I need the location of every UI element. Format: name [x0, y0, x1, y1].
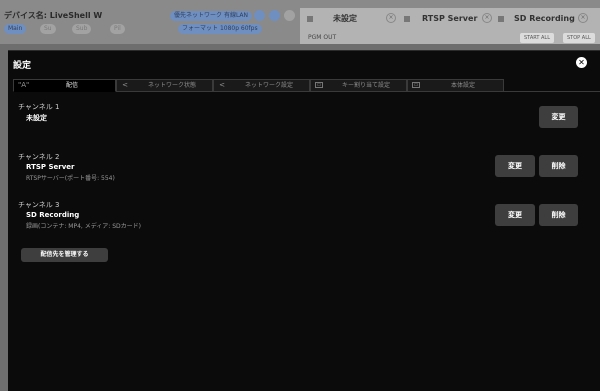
pgm-out-label: PGM OUT [308, 34, 337, 41]
channel-header: チャンネル 1 [18, 103, 60, 111]
bg-tab-rtsp: RTSP Server [404, 12, 477, 26]
tab-label: 本体設定 [451, 82, 476, 89]
device-icon: ▭ [412, 82, 420, 88]
format-pill: フォーマット 1080p 60fps [178, 24, 262, 34]
device-name-label: デバイス名: LiveShell W [4, 11, 103, 20]
stop-all-button: STOP ALL [563, 33, 595, 43]
channel-3-delete-button[interactable]: 削除 [539, 204, 578, 226]
channel-1-edit-button[interactable]: 変更 [539, 106, 578, 128]
bg-tab-close-icon: × [578, 13, 588, 23]
priority-network-pill: 優先ネットワーク 有線LAN [170, 11, 253, 21]
tab-label: ネットワーク設定 [245, 82, 294, 89]
channel-item-2: チャンネル 2 RTSP Server RTSPサーバー(ポート番号: 554) [18, 152, 115, 182]
close-icon[interactable]: ✕ [576, 57, 587, 68]
channel-item-1: チャンネル 1 未設定 [18, 102, 59, 123]
settings-dialog: 設定 ✕ "A" 配信 < ネットワーク状態 < ネットワーク設定 ▭ キー割り… [8, 50, 600, 391]
share-icon: < [219, 81, 225, 89]
sub-pill-2: Sub [72, 24, 92, 34]
channel-name: RTSP Server [26, 163, 75, 171]
settings-icon [284, 10, 295, 21]
bg-tab-sd: SD Recording [498, 12, 575, 26]
dialog-title: 設定 [13, 61, 32, 71]
channel-item-3: チャンネル 3 SD Recording 録画(コンテナ: MP4, メディア:… [18, 200, 141, 230]
tab-key-assignment[interactable]: ▭ キー割り当て設定 [310, 79, 407, 92]
channel-2-edit-button[interactable]: 変更 [495, 155, 535, 177]
network-icon [254, 10, 265, 21]
channel-3-edit-button[interactable]: 変更 [495, 204, 535, 226]
quote-icon: "A" [18, 81, 30, 89]
tab-label: 配信 [66, 82, 79, 89]
channel-name: SD Recording [26, 211, 80, 219]
sub-pill-1: Su [40, 24, 56, 34]
tab-network-status[interactable]: < ネットワーク状態 [116, 79, 213, 92]
channel-name: 未設定 [26, 114, 47, 122]
tab-device-settings[interactable]: ▭ 本体設定 [407, 79, 504, 92]
bg-tab-close-icon: × [482, 13, 492, 23]
manage-destinations-button[interactable]: 配信先を管理する [21, 248, 108, 262]
main-pill: Main [4, 24, 27, 34]
channel-detail: RTSPサーバー(ポート番号: 554) [26, 175, 115, 182]
filter-icon [269, 10, 280, 21]
channel-header: チャンネル 2 [18, 153, 60, 161]
tab-label: ネットワーク状態 [148, 82, 197, 89]
bg-tab-unset: 未設定 [307, 12, 357, 26]
sub-pill-3: Pil [110, 24, 125, 34]
keyboard-icon: ▭ [315, 82, 323, 88]
tab-label: キー割り当て設定 [342, 82, 391, 89]
tab-streaming[interactable]: "A" 配信 [13, 79, 116, 92]
tab-network-settings[interactable]: < ネットワーク設定 [213, 79, 310, 92]
settings-tabs: "A" 配信 < ネットワーク状態 < ネットワーク設定 ▭ キー割り当て設定 … [13, 79, 600, 92]
start-all-button: START ALL [520, 33, 555, 43]
bg-tab-close-icon: × [386, 13, 396, 23]
channel-detail: 録画(コンテナ: MP4, メディア: SDカード) [26, 223, 141, 230]
share-icon: < [122, 81, 128, 89]
channel-2-delete-button[interactable]: 削除 [539, 155, 578, 177]
channel-header: チャンネル 3 [18, 201, 60, 209]
